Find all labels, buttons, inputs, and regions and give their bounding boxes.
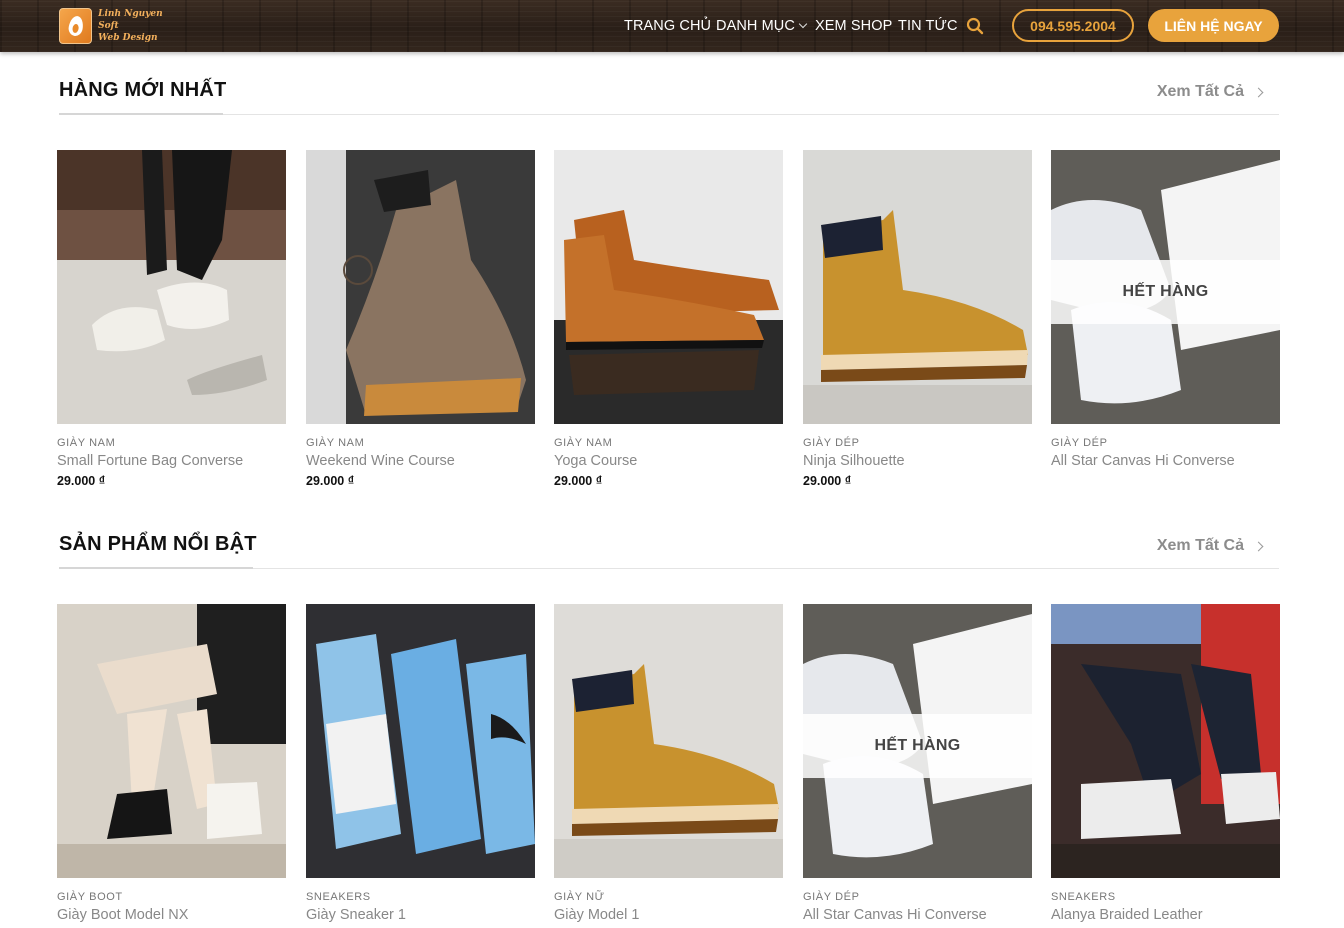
site-logo[interactable]: Linh Nguyen Soft Web Design xyxy=(59,7,179,45)
product-price: 29.000 ₫ xyxy=(554,474,603,488)
product-image[interactable] xyxy=(554,150,783,424)
product-category: GIÀY DÉP xyxy=(1051,437,1108,449)
chevron-right-icon xyxy=(1253,541,1264,551)
product-name[interactable]: All Star Canvas Hi Converse xyxy=(803,907,1032,923)
product-image[interactable] xyxy=(554,604,783,878)
product-category: GIÀY NAM xyxy=(554,437,613,449)
product-name[interactable]: Weekend Wine Course xyxy=(306,453,535,469)
view-all-featured-link[interactable]: Xem Tất Cả xyxy=(1156,537,1264,555)
product-price: 29.000 ₫ xyxy=(803,474,852,488)
product-card[interactable]: GIÀY BOOT Giày Boot Model NX xyxy=(57,604,286,923)
phone-button[interactable]: 094.595.2004 xyxy=(1012,9,1134,42)
section-title-featured: SẢN PHẨM NỔI BẬT xyxy=(59,533,257,555)
product-price: 29.000 ₫ xyxy=(306,474,355,488)
product-card[interactable]: GIÀY NAM Weekend Wine Course 29.000 ₫ xyxy=(306,150,535,488)
product-category: SNEAKERS xyxy=(1051,891,1116,903)
contact-now-button[interactable]: LIÊN HỆ NGAY xyxy=(1148,9,1279,42)
product-name[interactable]: Giày Boot Model NX xyxy=(57,907,286,923)
nav-item-news[interactable]: TIN TỨC xyxy=(898,18,958,34)
product-image[interactable]: HẾT HÀNG xyxy=(803,604,1032,878)
product-image[interactable] xyxy=(57,150,286,424)
section-title-underline xyxy=(59,567,253,569)
product-name[interactable]: Giày Sneaker 1 xyxy=(306,907,535,923)
section-divider xyxy=(59,114,1279,115)
product-name[interactable]: Giày Model 1 xyxy=(554,907,783,923)
product-card[interactable]: HẾT HÀNG GIÀY DÉP All Star Canvas Hi Con… xyxy=(803,604,1032,923)
chevron-right-icon xyxy=(1253,87,1264,97)
product-card[interactable]: GIÀY NỮ Giày Model 1 xyxy=(554,604,783,923)
product-category: GIÀY DÉP xyxy=(803,891,860,903)
view-all-label: Xem Tất Cả xyxy=(1156,83,1244,100)
logo-line-1: Linh Nguyen Soft xyxy=(98,9,163,31)
sold-out-badge: HẾT HÀNG xyxy=(1051,260,1280,324)
nav-item-shop[interactable]: XEM SHOP xyxy=(815,18,892,34)
product-card[interactable]: SNEAKERS Giày Sneaker 1 xyxy=(306,604,535,923)
logo-text: Linh Nguyen Soft Web Design xyxy=(98,8,179,44)
nav-item-categories-label: DANH MỤC xyxy=(716,18,795,34)
section-title-underline xyxy=(59,113,223,115)
chevron-down-icon xyxy=(798,19,808,29)
product-price: 29.000 ₫ xyxy=(57,474,106,488)
product-name[interactable]: Small Fortune Bag Converse xyxy=(57,453,286,469)
product-category: GIÀY NAM xyxy=(57,437,116,449)
search-icon[interactable] xyxy=(966,17,984,35)
product-image[interactable] xyxy=(803,150,1032,424)
nav-item-categories[interactable]: DANH MỤC xyxy=(716,18,808,34)
product-image[interactable] xyxy=(306,150,535,424)
product-image[interactable]: HẾT HÀNG xyxy=(1051,150,1280,424)
product-image[interactable] xyxy=(57,604,286,878)
product-name[interactable]: Ninja Silhouette xyxy=(803,453,1032,469)
nav-item-home[interactable]: TRANG CHỦ xyxy=(624,18,711,34)
product-name[interactable]: All Star Canvas Hi Converse xyxy=(1051,453,1280,469)
product-category: SNEAKERS xyxy=(306,891,371,903)
site-header: Linh Nguyen Soft Web Design TRANG CHỦ DA… xyxy=(0,0,1344,52)
product-card[interactable]: GIÀY NAM Yoga Course 29.000 ₫ xyxy=(554,150,783,488)
sold-out-badge: HẾT HÀNG xyxy=(803,714,1032,778)
product-image[interactable] xyxy=(1051,604,1280,878)
section-title-newest: HÀNG MỚI NHẤT xyxy=(59,79,227,101)
product-card[interactable]: SNEAKERS Alanya Braided Leather xyxy=(1051,604,1280,923)
view-all-newest-link[interactable]: Xem Tất Cả xyxy=(1156,83,1264,101)
product-category: GIÀY DÉP xyxy=(803,437,860,449)
view-all-label: Xem Tất Cả xyxy=(1156,537,1244,554)
product-name[interactable]: Alanya Braided Leather xyxy=(1051,907,1280,923)
product-image[interactable] xyxy=(306,604,535,878)
logo-line-2: Web Design xyxy=(98,33,158,43)
product-category: GIÀY NỮ xyxy=(554,891,605,903)
product-name[interactable]: Yoga Course xyxy=(554,453,783,469)
flame-logo-icon xyxy=(59,8,93,44)
product-card[interactable]: HẾT HÀNG GIÀY DÉP All Star Canvas Hi Con… xyxy=(1051,150,1280,469)
product-category: GIÀY BOOT xyxy=(57,891,123,903)
product-card[interactable]: GIÀY DÉP Ninja Silhouette 29.000 ₫ xyxy=(803,150,1032,488)
product-card[interactable]: GIÀY NAM Small Fortune Bag Converse 29.0… xyxy=(57,150,286,488)
product-category: GIÀY NAM xyxy=(306,437,365,449)
